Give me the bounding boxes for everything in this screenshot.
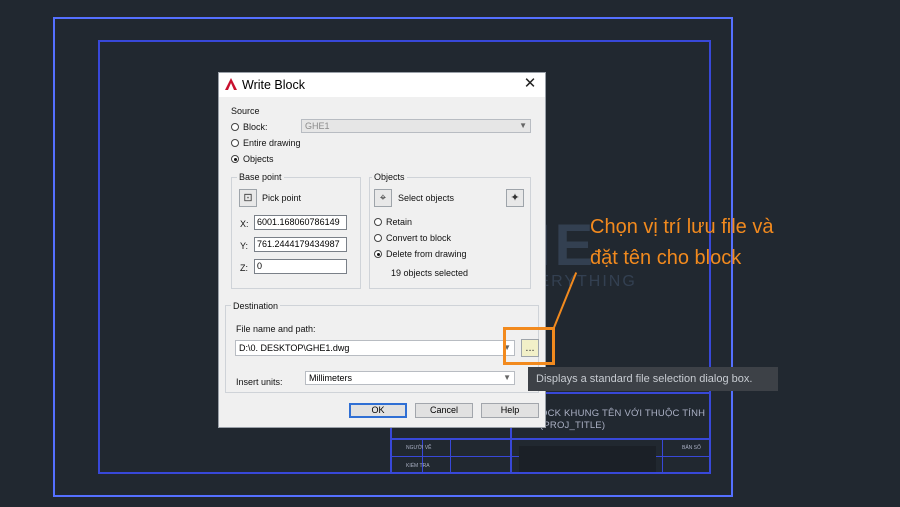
title-block-divider [450,438,451,474]
title-block-heading-line2: (PROJ_TITLE) [540,420,606,431]
write-block-dialog: Write Block ✕ Source Block: GHE1 ▼ Entir… [218,72,546,428]
insert-units-select[interactable]: Millimeters ▼ [305,371,515,385]
dialog-titlebar[interactable]: Write Block ✕ [219,73,545,97]
annotation-line1: Chọn vị trí lưu file và [590,216,774,238]
title-block-divider [392,438,711,440]
destination-label: Destination [231,301,281,311]
title-block-heading-line1: OCK KHUNG TÊN VỚI THUỘC TÍNH [540,408,706,419]
file-name-label: File name and path: [236,324,316,334]
radio-retain[interactable] [374,218,382,226]
z-label: Z: [240,263,248,273]
cancel-button[interactable]: Cancel [415,403,473,418]
file-path-value: D:\0. DESKTOP\GHE1.dwg [239,343,350,353]
label-kiem-tra: KIỂM TRA [406,463,430,469]
label-nguoi-ve: NGƯỜI VẼ [406,445,432,451]
insert-units-label: Insert units: [236,377,283,387]
tooltip: Displays a standard file selection dialo… [528,367,778,391]
objects-selected-count: 19 objects selected [391,268,469,278]
radio-delete-from-drawing-label: Delete from drawing [386,249,467,259]
chevron-down-icon: ▼ [503,373,511,382]
base-point-label: Base point [237,172,284,182]
pick-point-icon[interactable]: ⊡ [239,189,257,207]
title-block-divider [662,438,663,474]
y-coordinate-input[interactable]: 761.2444179434987 [254,237,347,252]
file-path-input[interactable]: D:\0. DESKTOP\GHE1.dwg ▼ [235,340,515,356]
radio-retain-label: Retain [386,217,413,227]
radio-convert-to-block-label: Convert to block [386,233,452,243]
autocad-logo-icon [225,78,237,90]
label-ban-so: BẢN SỐ [682,445,701,451]
select-objects-icon[interactable]: ⌖ [374,189,392,207]
y-label: Y: [240,241,249,251]
ok-button[interactable]: OK [349,403,407,418]
objects-group-label: Objects [372,172,407,182]
chevron-down-icon: ▼ [519,121,527,130]
title-block-cell [519,446,656,472]
pick-point-label: Pick point [262,193,302,203]
radio-block[interactable] [231,123,239,131]
insert-units-value: Millimeters [309,373,353,383]
radio-convert-to-block[interactable] [374,234,382,242]
help-button[interactable]: Help [481,403,539,418]
radio-objects[interactable] [231,155,239,163]
x-label: X: [240,219,249,229]
quick-select-icon[interactable]: ✦ [506,189,524,207]
radio-objects-label: Objects [243,154,274,164]
close-icon[interactable]: ✕ [521,75,539,93]
radio-entire-drawing[interactable] [231,139,239,147]
source-label: Source [231,106,260,116]
block-select-value: GHE1 [305,121,330,131]
radio-entire-drawing-label: Entire drawing [243,138,301,148]
radio-delete-from-drawing[interactable] [374,250,382,258]
dialog-title: Write Block [242,78,305,92]
annotation-line2: đặt tên cho block [590,247,742,269]
select-objects-label: Select objects [398,193,455,203]
annotation-text: Chọn vị trí lưu file và đặt tên cho bloc… [590,212,840,274]
z-coordinate-input[interactable]: 0 [254,259,347,274]
title-block-heading: OCK KHUNG TÊN VỚI THUỘC TÍNH (PROJ_TITLE… [540,408,705,432]
block-select[interactable]: GHE1 ▼ [301,119,531,133]
x-coordinate-input[interactable]: 6001.168060786149 [254,215,347,230]
radio-block-label: Block: [243,122,268,132]
browse-button-highlight [503,327,555,365]
